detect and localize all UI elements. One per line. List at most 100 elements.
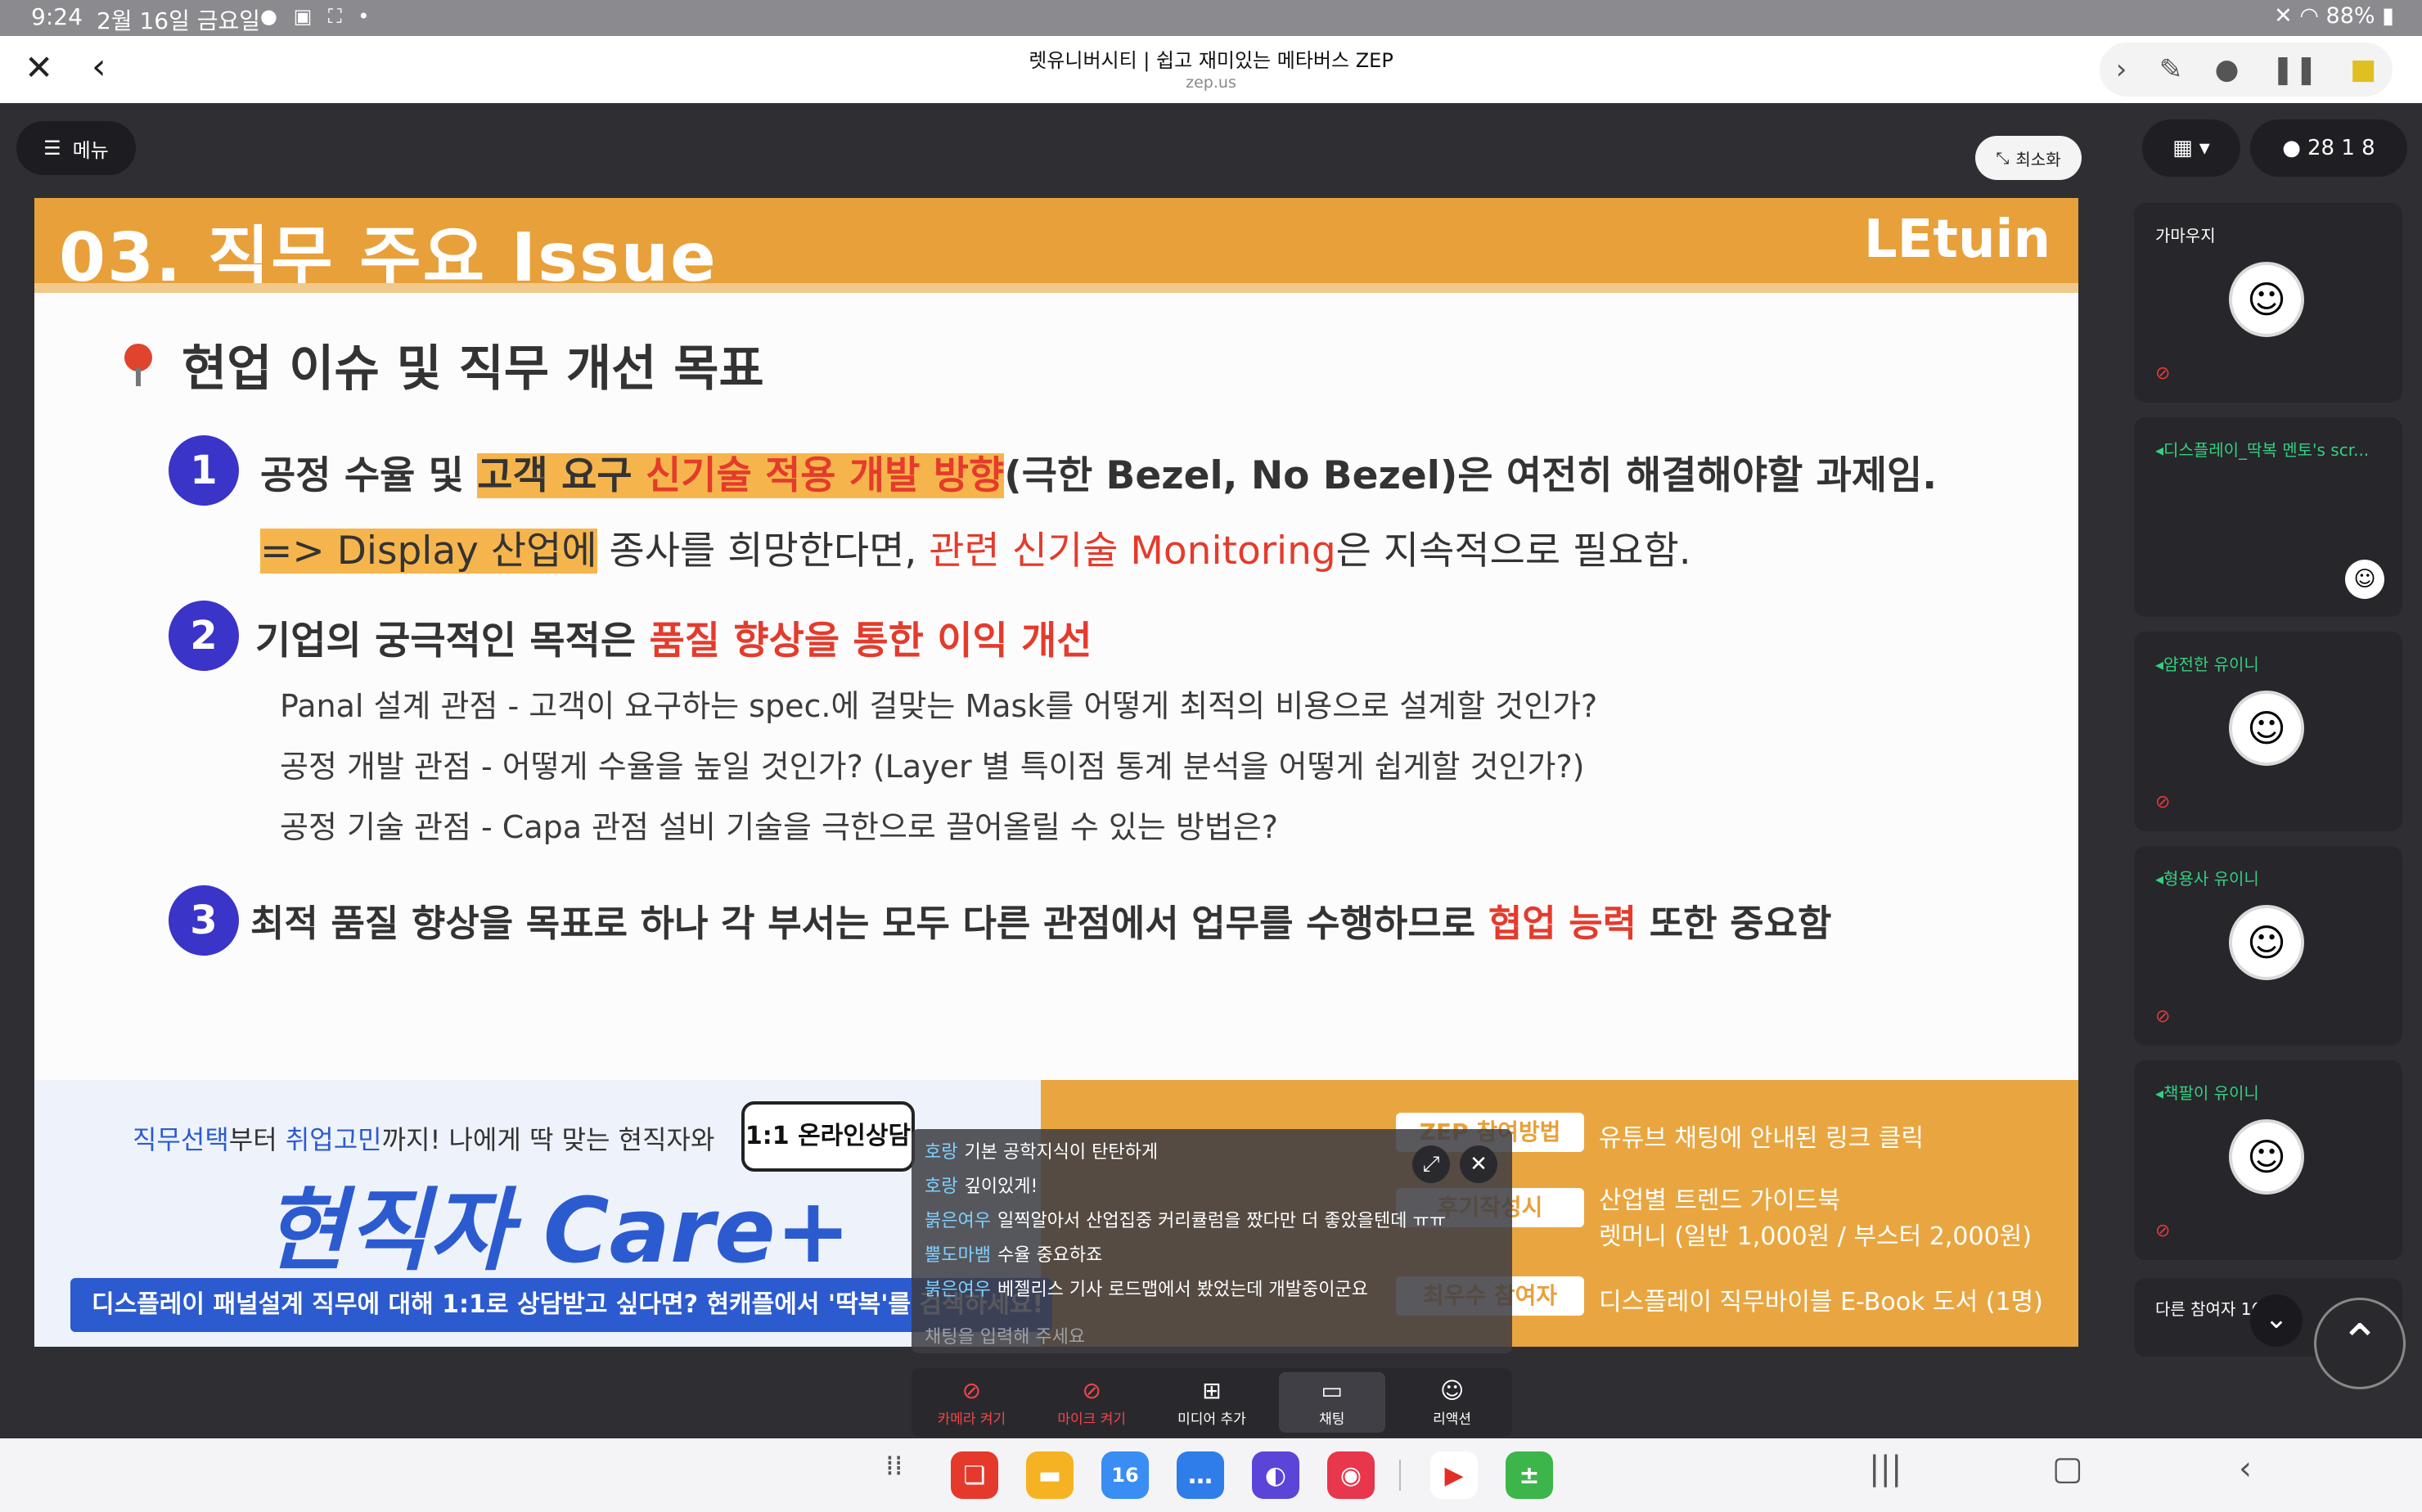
browser-tools: › ✎ ● ❚❚ ■: [2100, 43, 2393, 97]
page-url[interactable]: zep.us: [0, 74, 2422, 92]
menu-button[interactable]: ☰ 메뉴: [16, 121, 136, 175]
banner-tag-a: 직무선택: [133, 1124, 229, 1155]
browser-bar: ✕ ‹ 렛유니버시티 | 쉽고 재미있는 메타버스 ZEP zep.us › ✎…: [0, 36, 2422, 103]
page-title: 렛유니버시티 | 쉽고 재미있는 메타버스 ZEP: [1029, 49, 1393, 72]
item1-highlight-b: 고객 요구: [477, 453, 646, 498]
chat-message: 붉은여우 베젤리스 기사 로드맵에서 봤었는데 개발중이군요: [925, 1275, 1368, 1301]
record-icon[interactable]: ■: [2350, 53, 2376, 86]
expand-icon[interactable]: ⤢: [1412, 1145, 1450, 1183]
layout-icon: ▦: [2172, 136, 2193, 160]
layout-button[interactable]: ▦ ▾: [2142, 119, 2240, 177]
app-icon-notes[interactable]: ❏: [951, 1451, 998, 1499]
slide-header: 03. 직무 주요 Issue LEtuin: [34, 198, 2078, 297]
chat-text: 베젤리스 기사 로드맵에서 봤었는데 개발중이군요: [997, 1280, 1368, 1300]
chat-nick: 붉은여우: [925, 1211, 991, 1231]
item1-red-g: 관련 신기술 Monitoring: [929, 529, 1336, 574]
profile-icon[interactable]: ●: [2215, 53, 2240, 86]
participant-name: 가마우지: [2155, 226, 2216, 245]
banner-text-review-b: 렛머니 (일반 1,000원 / 부스터 2,000원): [1599, 1222, 2032, 1251]
chat-icon: ▭: [1321, 1377, 1344, 1404]
mic-off-icon: ⊘: [2155, 363, 2171, 384]
avatar: ☺: [2229, 905, 2304, 980]
add-media-icon: ⊞: [1202, 1377, 1222, 1404]
dock-divider: [1399, 1460, 1401, 1491]
participant-name: 형용사 유이니: [2155, 866, 2259, 889]
app-icon-messages[interactable]: …: [1177, 1451, 1224, 1499]
right-panel-toolbar: ▦ ▾ ● 28 1 8: [2142, 119, 2407, 177]
scroll-up-icon[interactable]: ⌃: [2314, 1298, 2406, 1389]
home-icon[interactable]: ▢: [2052, 1450, 2083, 1487]
section-title: 현업 이슈 및 직무 개선 목표: [182, 340, 764, 398]
mic-button[interactable]: ⊘ 마이크 켜기: [1038, 1372, 1145, 1433]
avatar: ☺: [2229, 262, 2304, 337]
camera-off-icon: ⊘: [961, 1377, 982, 1404]
avatar: ☺: [2229, 691, 2304, 766]
item1-highlight-e: => Display 산업에: [260, 529, 597, 574]
participants-button[interactable]: ● 28 1 8: [2250, 119, 2407, 177]
close-chat-icon[interactable]: ✕: [1460, 1145, 1497, 1183]
pin-icon: [124, 344, 152, 386]
media-button[interactable]: ⊞ 미디어 추가: [1159, 1372, 1265, 1433]
banner-bar: 디스플레이 패널설계 직무에 대해 1:1로 상담받고 싶다면? 현캐플에서 '…: [70, 1278, 1052, 1332]
person-icon: ●: [2282, 136, 2301, 160]
item1-text-a: 공정 수율 및: [260, 453, 478, 498]
chat-nick: 호랑: [925, 1142, 958, 1163]
meeting-controls: ⊘ 카메라 켜기 ⊘ 마이크 켜기 ⊞ 미디어 추가 ▭ 채팅 ☺ 리액션: [912, 1368, 1512, 1437]
item2-sub1: Panal 설계 관점 - 고객이 요구하는 spec.에 걸맞는 Mask를 …: [280, 688, 1598, 724]
app-drawer-icon[interactable]: ⁞⁞: [885, 1450, 903, 1483]
status-bar: 9:24 2월 16일 금요일 ● ▣ ⛶ • ✕ ◠ 88% ▮: [0, 0, 2422, 36]
status-time: 9:24: [31, 3, 83, 30]
item1-line1: 공정 수율 및 고객 요구 신기술 적용 개발 방향(극한 Bezel, No …: [260, 443, 1937, 500]
chat-message: 붉은여우 일찍알아서 산업집중 커리큘럼을 짰다만 더 좋았을텐데 ㅠㅠ: [925, 1206, 1446, 1232]
avatar: ☺: [2229, 1119, 2304, 1195]
item1-text-f: 종사를 희망한다면,: [596, 529, 930, 574]
camera-label: 카메라 켜기: [937, 1411, 1006, 1428]
chat-message: 호랑 깊이있게!: [925, 1172, 1038, 1198]
pen-icon[interactable]: ✎: [2159, 53, 2183, 86]
app-icon-calendar[interactable]: 16: [1101, 1451, 1149, 1499]
app-icon-calculator[interactable]: ±: [1506, 1451, 1553, 1499]
reaction-button[interactable]: ☺ 리액션: [1399, 1372, 1506, 1433]
mic-off-icon: ⊘: [2155, 1006, 2171, 1027]
participant-card[interactable]: 가마우지 ☺ ⊘: [2134, 203, 2402, 403]
participant-name: 디스플레이_딱복 멘토's scr...: [2155, 437, 2369, 461]
participant-card[interactable]: 얌전한 유이니 ☺ ⊘: [2134, 632, 2402, 831]
mic-off-icon: ⊘: [1082, 1377, 1101, 1404]
item2-sub3: 공정 기술 관점 - Capa 관점 설비 기술을 극한으로 끌어올릴 수 있는…: [280, 809, 1278, 845]
recents-icon[interactable]: |||: [1869, 1450, 1902, 1487]
minimize-button[interactable]: ⤡ 최소화: [1975, 136, 2082, 180]
app-icon-internet[interactable]: ◐: [1252, 1451, 1299, 1499]
participant-count: 28 1 8: [2307, 136, 2375, 160]
chat-input[interactable]: 채팅을 입력해 주세요: [925, 1322, 1085, 1348]
participant-name: 얌전한 유이니: [2155, 651, 2259, 675]
slide-brand-logo: LEtuin: [1863, 209, 2051, 270]
app-icon-camera[interactable]: ◉: [1327, 1451, 1375, 1499]
chat-nick: 붉은여우: [925, 1280, 991, 1300]
item-number-2: 2: [169, 601, 239, 671]
chat-text: 일찍알아서 산업집중 커리큘럼을 짰다만 더 좋았을텐데 ㅠㅠ: [997, 1211, 1446, 1231]
participant-card[interactable]: 책팔이 유이니 ☺ ⊘: [2134, 1060, 2402, 1260]
pause-icon[interactable]: ❚❚: [2271, 53, 2318, 86]
chevron-down-icon[interactable]: ⌄: [2250, 1294, 2303, 1347]
minimize-label: 최소화: [2015, 149, 2061, 169]
participant-card[interactable]: 디스플레이_딱복 멘토's scr... ☺: [2134, 417, 2402, 617]
item1-text-d: (극한 Bezel, No Bezel)은 여전히 해결해야할 과제임.: [1004, 453, 1938, 498]
banner-tag-d: 까지! 나에게 딱 맞는 현직자와: [381, 1124, 715, 1155]
chat-nick: 뿔도마뱀: [925, 1245, 991, 1266]
menu-label: 메뉴: [72, 138, 109, 162]
forward-icon[interactable]: ›: [2116, 53, 2127, 86]
nav-back-icon[interactable]: ‹: [2239, 1450, 2252, 1487]
chat-text: 깊이있게!: [964, 1177, 1038, 1197]
chat-nick: 호랑: [925, 1177, 958, 1197]
avatar: ☺: [2345, 560, 2384, 599]
item2-sub2: 공정 개발 관점 - 어떻게 수율을 높일 것인가? (Layer 별 특이점 …: [280, 749, 1585, 785]
chat-text: 기본 공학지식이 탄탄하게: [964, 1142, 1159, 1163]
participant-card[interactable]: 형용사 유이니 ☺ ⊘: [2134, 846, 2402, 1046]
camera-button[interactable]: ⊘ 카메라 켜기: [918, 1372, 1024, 1433]
chat-button[interactable]: ▭ 채팅: [1278, 1372, 1385, 1433]
mic-label: 마이크 켜기: [1057, 1411, 1126, 1428]
reaction-label: 리액션: [1433, 1411, 1472, 1428]
app-icon-youtube[interactable]: ▶: [1430, 1451, 1478, 1499]
banner-tag-c: 취업고민: [285, 1124, 382, 1155]
app-icon-files[interactable]: ▬: [1026, 1451, 1074, 1499]
